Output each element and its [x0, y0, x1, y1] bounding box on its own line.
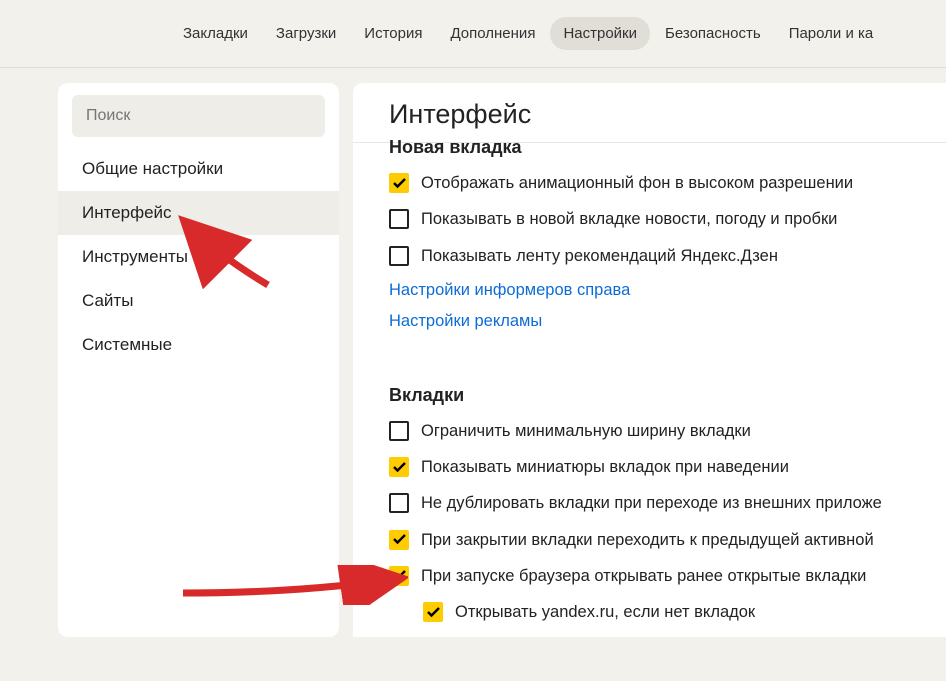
topnav-passwords[interactable]: Пароли и ка — [776, 17, 887, 50]
search-input[interactable] — [86, 107, 311, 125]
sidebar-item-sites[interactable]: Сайты — [58, 279, 339, 323]
topnav-bookmarks[interactable]: Закладки — [170, 17, 261, 50]
checkbox-prev-active-on-close[interactable] — [389, 530, 409, 550]
topnav-history[interactable]: История — [351, 17, 435, 50]
topnav-settings[interactable]: Настройки — [550, 17, 650, 50]
checkbox-no-dup-tabs[interactable] — [389, 493, 409, 513]
sidebar-item-general[interactable]: Общие настройки — [58, 147, 339, 191]
checkbox-tab-thumbnails[interactable] — [389, 457, 409, 477]
checkbox-open-yandex-if-no-tabs[interactable] — [423, 602, 443, 622]
checkbox-restore-tabs-on-startup[interactable] — [389, 566, 409, 586]
page-title: Интерфейс — [353, 99, 946, 142]
topnav-downloads[interactable]: Загрузки — [263, 17, 349, 50]
settings-main: Интерфейс Новая вкладка Отображать анима… — [353, 83, 946, 637]
checkbox-label: Отображать анимационный фон в высоком ра… — [421, 172, 853, 194]
checkbox-zen-feed[interactable] — [389, 246, 409, 266]
checkbox-min-tab-width[interactable] — [389, 421, 409, 441]
section-tabs-heading: Вкладки — [389, 385, 910, 406]
settings-sidebar: Общие настройки Интерфейс Инструменты Са… — [58, 83, 339, 637]
sidebar-item-system[interactable]: Системные — [58, 323, 339, 367]
checkbox-label: При закрытии вкладки переходить к предыд… — [421, 529, 874, 551]
link-ad-settings[interactable]: Настройки рекламы — [389, 312, 910, 331]
checkbox-label: При запуске браузера открывать ранее отк… — [421, 565, 866, 587]
checkbox-label: Показывать в новой вкладке новости, пого… — [421, 208, 837, 230]
checkbox-anim-background[interactable] — [389, 173, 409, 193]
checkbox-label: Не дублировать вкладки при переходе из в… — [421, 492, 882, 514]
checkbox-newtab-news[interactable] — [389, 209, 409, 229]
checkbox-label: Показывать миниатюры вкладок при наведен… — [421, 456, 789, 478]
topnav-addons[interactable]: Дополнения — [437, 17, 548, 50]
topnav-security[interactable]: Безопасность — [652, 17, 774, 50]
sidebar-item-tools[interactable]: Инструменты — [58, 235, 339, 279]
checkbox-label: Ограничить минимальную ширину вкладки — [421, 420, 751, 442]
top-nav: Закладки Загрузки История Дополнения Нас… — [0, 0, 946, 68]
section-newtab-heading: Новая вкладка — [389, 137, 910, 158]
link-informers-settings[interactable]: Настройки информеров справа — [389, 281, 910, 300]
sidebar-item-interface[interactable]: Интерфейс — [58, 191, 339, 235]
checkbox-label: Показывать ленту рекомендаций Яндекс.Дзе… — [421, 245, 778, 267]
sidebar-search[interactable] — [72, 95, 325, 137]
checkbox-label: Открывать yandex.ru, если нет вкладок — [455, 601, 755, 623]
